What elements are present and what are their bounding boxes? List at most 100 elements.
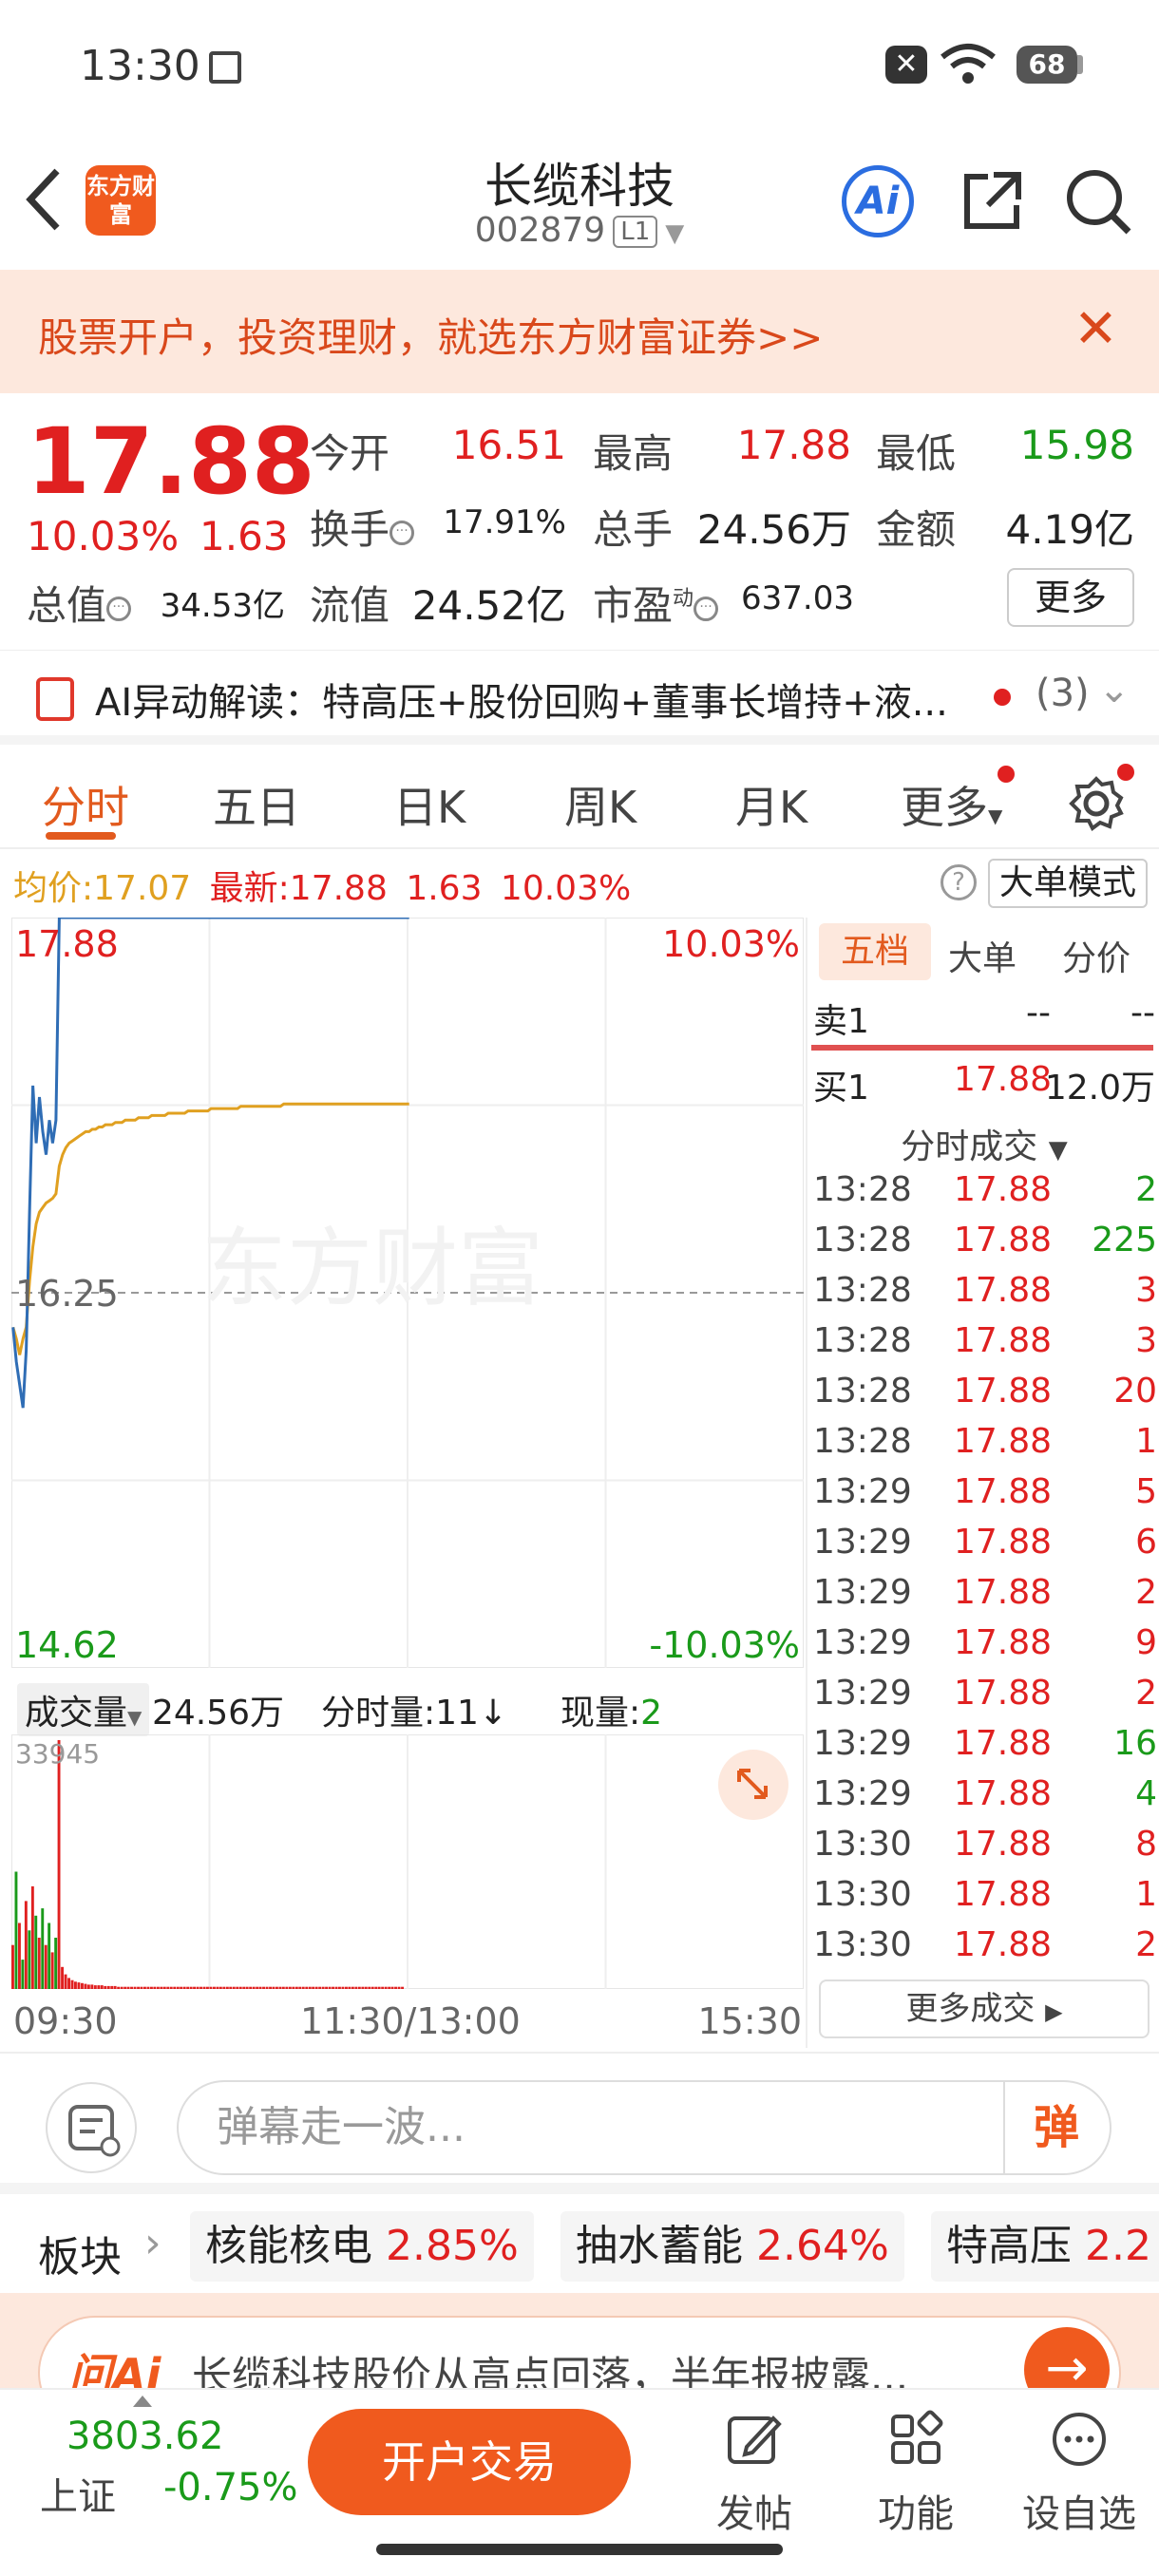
trade-volume: 6 — [1135, 1523, 1157, 1562]
index-name[interactable]: 上证 — [40, 2466, 116, 2521]
ai-interpretation-bar[interactable]: AI异动解读：特高压+股份回购+董事长增持+液... (3) ⌄ — [0, 650, 1159, 745]
share-icon[interactable] — [960, 167, 1026, 234]
ask-ai-banner[interactable]: 问Ai 长缆科技股价从高点回落，半年报披露... → — [0, 2293, 1159, 2388]
danmaku-bar: 弹幕走一波... 弹 — [0, 2052, 1159, 2194]
big-order-mode-button[interactable]: 大单模式 — [988, 859, 1148, 908]
tab-big-orders[interactable]: 大单 — [948, 931, 1016, 980]
trade-price: 17.88 — [954, 1271, 1053, 1310]
trade-row: 13:29 17.88 5 — [813, 1472, 1157, 1522]
volume-dropdown[interactable]: 成交量▼ — [17, 1683, 150, 1736]
nav-post[interactable]: 发帖 — [688, 2409, 821, 2538]
edit-icon — [728, 2415, 782, 2464]
nav-add-watchlist[interactable]: 设自选 — [1013, 2409, 1146, 2538]
volume-bar — [93, 1985, 97, 1989]
sector-chip[interactable]: 抽水蓄能 2.64% — [560, 2211, 904, 2282]
note-button[interactable] — [46, 2082, 137, 2173]
tab-more[interactable]: 更多▼ — [901, 773, 1002, 836]
sell1-label: 卖1 — [813, 1002, 869, 1041]
volume-bar — [34, 1915, 38, 1989]
danmaku-button[interactable]: 弹 — [1003, 2082, 1108, 2173]
volume-label: 总手 — [593, 506, 674, 553]
volume-bar — [41, 1908, 45, 1989]
help-icon[interactable]: ? — [940, 864, 977, 900]
trade-price: 17.88 — [954, 1573, 1053, 1612]
volume-bar — [14, 1871, 18, 1989]
promo-banner[interactable]: 股票开户，投资理财，就选东方财富证券>> ✕ — [0, 270, 1159, 393]
sell1-volume: -- — [1130, 994, 1155, 1032]
sector-label[interactable]: 板块 — [38, 2223, 122, 2283]
trade-volume: 2 — [1135, 1573, 1157, 1612]
volume-chart[interactable]: 33945 — [10, 1733, 805, 1990]
arrow-right-icon[interactable]: → — [1024, 2327, 1110, 2388]
expand-button[interactable] — [718, 1750, 788, 1820]
ai-button[interactable]: Ai — [842, 165, 914, 237]
more-button[interactable]: 更多 — [1007, 568, 1134, 627]
sector-pct: 2.85% — [386, 2222, 519, 2270]
tab-five-day[interactable]: 五日 — [213, 773, 300, 836]
nav-add-watchlist-label: 设自选 — [1022, 2492, 1136, 2536]
trade-time: 13:28 — [813, 1221, 912, 1260]
trade-price: 17.88 — [954, 1774, 1053, 1813]
tab-intraday[interactable]: 分时 — [42, 773, 129, 836]
trade-row: 13:29 17.88 9 — [813, 1623, 1157, 1673]
tab-price-distribution[interactable]: 分价 — [1062, 931, 1130, 980]
tab-five-levels[interactable]: 五档 — [819, 923, 931, 980]
search-icon[interactable] — [1062, 163, 1134, 239]
volume-bar — [206, 1986, 209, 1989]
sector-name: 特高压 — [946, 2222, 1072, 2270]
volume-bar — [160, 1986, 163, 1989]
chevron-down-icon: ⌄ — [1098, 668, 1130, 711]
sector-chip[interactable]: 特高压 2.2 — [931, 2211, 1159, 2282]
volume-dropdown-label: 成交量 — [25, 1694, 128, 1733]
caret-down-icon: ▼ — [1048, 1136, 1068, 1165]
more-trades-button[interactable]: 更多成交 ▶ — [819, 1979, 1150, 2038]
volume-bar — [126, 1986, 130, 1989]
volume-bar — [110, 1985, 114, 1989]
nav-functions-label: 功能 — [878, 2492, 954, 2536]
amount-value: 4.19亿 — [1005, 506, 1134, 553]
volume-bar — [249, 1986, 253, 1989]
volume-bar — [186, 1986, 190, 1989]
intraday-price-chart[interactable]: 东方财富 17.88 10.03% 16.25 14.62 -10.03% — [10, 916, 805, 1669]
trade-volume: 5 — [1135, 1472, 1157, 1511]
trade-volume: 3 — [1135, 1271, 1157, 1310]
open-account-trade-button[interactable]: 开户交易 — [308, 2409, 631, 2515]
sector-chip[interactable]: 核能核电 2.85% — [190, 2211, 534, 2282]
volume-bar — [245, 1986, 249, 1989]
buy1-price: 17.88 — [954, 1060, 1053, 1099]
time-sales-header[interactable]: 分时成交 ▼ — [808, 1119, 1159, 1168]
gear-icon[interactable] — [1068, 775, 1125, 832]
avg-label: 均价: — [13, 869, 94, 908]
ai-interpretation-text: AI异动解读：特高压+股份回购+董事长增持+液... — [95, 681, 948, 725]
level-badge: L1 — [613, 216, 658, 248]
tab-weekly-k[interactable]: 周K — [564, 773, 636, 836]
trade-price: 17.88 — [954, 1925, 1053, 1964]
current-volume-value: 2 — [640, 1694, 663, 1733]
chevron-right-icon: › — [144, 2219, 162, 2267]
volume-bar — [269, 1986, 272, 1989]
volume-bar — [321, 1986, 325, 1989]
volume-bar — [162, 1986, 166, 1989]
volume-bar — [37, 1938, 41, 1989]
volume-bar — [242, 1986, 246, 1989]
volume-bar — [146, 1986, 150, 1989]
volume-bar — [334, 1986, 338, 1989]
nav-functions[interactable]: 功能 — [849, 2409, 982, 2538]
minute-volume: 分时量:11↓ — [321, 1685, 507, 1734]
volume-bar — [113, 1985, 117, 1989]
trade-price: 17.88 — [954, 1674, 1053, 1713]
sector-name: 核能核电 — [205, 2222, 372, 2270]
low-label: 最低 — [876, 430, 957, 477]
close-icon[interactable]: ✕ — [1074, 298, 1118, 360]
time-label-open: 09:30 — [13, 2000, 118, 2042]
index-value[interactable]: 3803.62 — [66, 2415, 223, 2458]
danmaku-input[interactable]: 弹幕走一波... — [177, 2080, 1112, 2175]
tab-monthly-k[interactable]: 月K — [735, 773, 808, 836]
axis-top-pct: 10.03% — [662, 923, 800, 965]
index-change[interactable]: -0.75% — [163, 2466, 298, 2510]
mktcap-label: 总值 ··· — [27, 574, 132, 632]
tab-daily-k[interactable]: 日K — [393, 773, 466, 836]
watermark: 东方财富 — [201, 1219, 543, 1318]
current-volume-label: 现量: — [560, 1694, 641, 1733]
volume-bar — [370, 1986, 374, 1989]
